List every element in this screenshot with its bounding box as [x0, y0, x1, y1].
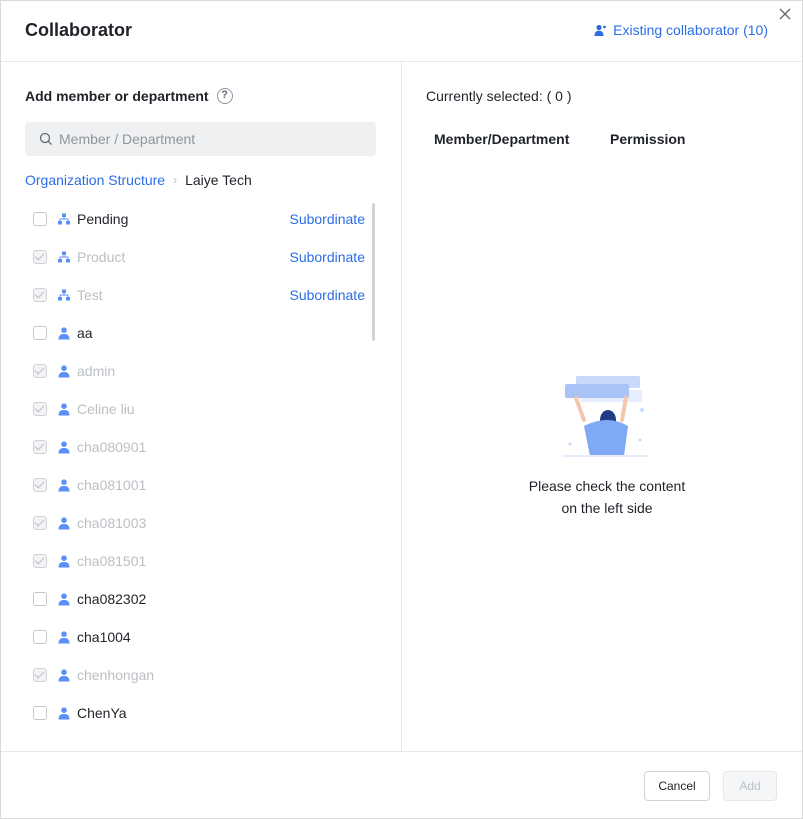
item-checkbox[interactable] [33, 592, 47, 606]
empty-state-text: Please check the content on the left sid… [502, 475, 712, 519]
list-item[interactable]: Pending Subordinate [25, 200, 367, 238]
column-member-department: Member/Department [434, 131, 570, 147]
add-button[interactable]: Add [723, 771, 777, 801]
subordinate-link[interactable]: Subordinate [289, 287, 365, 303]
item-checkbox [33, 250, 47, 264]
subordinate-link[interactable]: Subordinate [289, 211, 365, 227]
department-icon [57, 212, 71, 226]
left-panel: Add member or department ? Organization … [1, 62, 402, 752]
existing-collaborator-link[interactable]: Existing collaborator (10) [594, 22, 768, 38]
item-checkbox [33, 668, 47, 682]
item-label: aa [77, 325, 93, 341]
user-icon [57, 402, 71, 416]
column-permission: Permission [610, 131, 686, 147]
empty-state-illustration [562, 376, 648, 457]
department-icon [57, 250, 71, 264]
item-label: cha1004 [77, 629, 131, 645]
list-item: cha081001 [25, 466, 367, 504]
search-icon [39, 132, 52, 145]
section-title: Add member or department ? [25, 88, 233, 104]
search-box [25, 122, 376, 156]
dialog-title: Collaborator [25, 20, 133, 40]
item-label: cha081001 [77, 477, 147, 493]
item-checkbox [33, 288, 47, 302]
user-icon [57, 592, 71, 606]
empty-state-line-1: Please check the content [528, 478, 686, 494]
item-label: Product [77, 249, 126, 265]
list-item: Celine liu [25, 390, 367, 428]
section-title-text: Add member or department [25, 88, 209, 104]
list-item: Test Subordinate [25, 276, 367, 314]
user-icon [57, 478, 71, 492]
item-label: Celine liu [77, 401, 135, 417]
item-label: cha082302 [77, 591, 147, 607]
item-label: cha080901 [77, 439, 147, 455]
item-label: Pending [77, 211, 129, 227]
item-label: cha081501 [77, 553, 147, 569]
breadcrumb-root[interactable]: Organization Structure [25, 172, 165, 188]
item-label: cha081003 [77, 515, 147, 531]
search-input[interactable] [59, 131, 359, 147]
user-icon [57, 364, 71, 378]
existing-collaborator-label: Existing collaborator (10) [613, 22, 768, 38]
list-item: cha080901 [25, 428, 367, 466]
item-label: chenhongan [77, 667, 155, 683]
item-checkbox [33, 402, 47, 416]
dialog-header: Collaborator Existing collaborator (10) [1, 1, 802, 62]
close-icon[interactable] [778, 7, 792, 21]
item-label: Test [77, 287, 103, 303]
item-checkbox[interactable] [33, 706, 47, 720]
item-checkbox [33, 554, 47, 568]
breadcrumb-separator: › [173, 173, 178, 187]
list-item[interactable]: ChenYa [25, 694, 367, 722]
breadcrumb-current: Laiye Tech [185, 172, 252, 188]
cancel-button[interactable]: Cancel [644, 771, 710, 801]
help-icon[interactable]: ? [216, 88, 233, 104]
user-icon [57, 668, 71, 682]
list-item[interactable]: cha082302 [25, 580, 367, 618]
breadcrumb: Organization Structure › Laiye Tech [25, 172, 252, 188]
item-checkbox [33, 516, 47, 530]
dialog-footer: Cancel Add [1, 751, 802, 819]
item-label: ChenYa [77, 705, 127, 721]
item-checkbox[interactable] [33, 212, 47, 226]
item-checkbox[interactable] [33, 326, 47, 340]
item-label: admin [77, 363, 116, 379]
list-item: chenhongan [25, 656, 367, 694]
user-icon [57, 516, 71, 530]
list-item[interactable]: aa [25, 314, 367, 352]
list-item: admin [25, 352, 367, 390]
item-checkbox[interactable] [33, 630, 47, 644]
list-item[interactable]: cha1004 [25, 618, 367, 656]
right-panel: Currently selected: ( 0 ) Member/Departm… [402, 62, 802, 752]
user-icon [57, 630, 71, 644]
user-settings-icon [594, 24, 607, 36]
list-scrollbar[interactable] [372, 203, 375, 341]
user-icon [57, 326, 71, 340]
list-item: cha081003 [25, 504, 367, 542]
user-icon [57, 554, 71, 568]
list-item: Product Subordinate [25, 238, 367, 276]
user-icon [57, 440, 71, 454]
item-checkbox [33, 364, 47, 378]
department-icon [57, 288, 71, 302]
collaborator-dialog: Collaborator Existing collaborator (10) … [0, 0, 803, 819]
empty-state-line-2: on the left side [561, 500, 653, 516]
item-checkbox [33, 440, 47, 454]
list-item: cha081501 [25, 542, 367, 580]
user-icon [57, 706, 71, 720]
item-checkbox [33, 478, 47, 492]
member-list: Pending Subordinate Product Subordinate Test… [25, 200, 367, 722]
subordinate-link[interactable]: Subordinate [289, 249, 365, 265]
currently-selected: Currently selected: ( 0 ) [426, 88, 572, 104]
